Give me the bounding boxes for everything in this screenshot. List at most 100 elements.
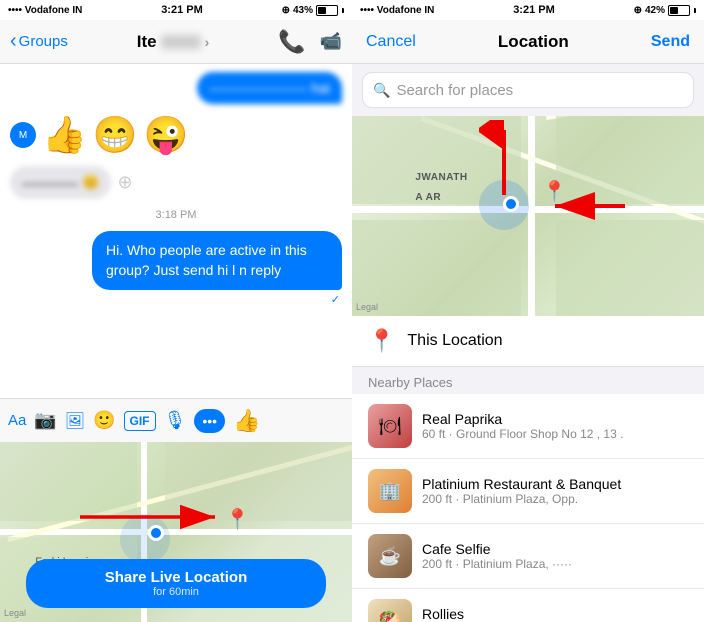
battery-percent-left: 43% bbox=[293, 5, 313, 16]
blue-location-dot bbox=[148, 525, 164, 541]
back-button[interactable]: ‹ Groups bbox=[10, 30, 68, 53]
emoji-icon[interactable]: 🙂 bbox=[93, 410, 115, 431]
status-bar-right: •••• Vodafone IN 3:21 PM ⊕ 42% bbox=[352, 0, 704, 20]
place-name-0: Real Paprika bbox=[422, 411, 688, 427]
place-name-2: Cafe Selfie bbox=[422, 541, 688, 557]
chat-title-text: Ite bbox=[137, 32, 157, 52]
photo-icon[interactable]: 🖼 bbox=[65, 411, 85, 431]
time-right: 3:21 PM bbox=[513, 4, 555, 16]
place-name-1: Platinium Restaurant & Banquet bbox=[422, 476, 688, 492]
aa-label[interactable]: Aa bbox=[8, 412, 26, 429]
map-pin-right: 📍 bbox=[542, 182, 567, 202]
battery-left bbox=[316, 5, 338, 16]
r-block-4 bbox=[556, 220, 704, 316]
place-detail-2: 200 ft · Platinium Plaza, ····· bbox=[422, 557, 688, 571]
place-thumbnail-0: 🍽 bbox=[368, 404, 412, 448]
share-btn-label: Share Live Location bbox=[26, 569, 326, 586]
place-info-2: Cafe Selfie 200 ft · Platinium Plaza, ··… bbox=[422, 541, 688, 571]
microphone-icon[interactable]: 🎙 bbox=[164, 410, 187, 431]
emoji-row: M 👍 😁 😜 bbox=[10, 110, 342, 160]
timestamp-1: 3:18 PM bbox=[10, 209, 342, 221]
location-icon-right: ⊕ bbox=[634, 5, 642, 16]
place-row-3[interactable]: 🥙 Rollies 100 ft · 10, Ground Floor, Pav… bbox=[352, 589, 704, 622]
bottom-map: Farki Lassi 📍 Legal Share Live Location … bbox=[0, 442, 352, 622]
video-icon[interactable]: 📹 bbox=[320, 31, 342, 52]
location-icon-left: ⊕ bbox=[282, 5, 290, 16]
r-road-vertical bbox=[528, 116, 535, 316]
carrier-right: •••• Vodafone IN bbox=[360, 5, 434, 16]
more-options-button[interactable]: ••• bbox=[194, 409, 225, 433]
nav-bar-left: ‹ Groups Ite › 📞 📹 bbox=[0, 20, 352, 64]
right-map-background: JWANATH A AR 📍 Legal bbox=[352, 116, 704, 316]
search-placeholder: Search for places bbox=[396, 82, 513, 99]
messages-area: ——————— hai M 👍 😁 😜 ———— 😊 ⊕ 3:18 PM Hi. bbox=[0, 64, 352, 398]
battery-fill-right bbox=[670, 7, 678, 14]
emoji-grin: 😁 bbox=[93, 114, 138, 156]
r-block-3 bbox=[556, 116, 704, 204]
cancel-button[interactable]: Cancel bbox=[366, 33, 416, 51]
place-thumbnail-1: 🏢 bbox=[368, 469, 412, 513]
legal-text-left: Legal bbox=[4, 608, 26, 618]
carrier-left: •••• Vodafone IN bbox=[8, 5, 82, 16]
battery-percent-right: 42% bbox=[645, 5, 665, 16]
location-title: Location bbox=[498, 32, 569, 52]
input-bar: Aa 📷 🖼 🙂 GIF 🎙 ••• 👍 bbox=[0, 398, 352, 442]
message-bubble-blurred-1: ——————— hai bbox=[197, 72, 342, 104]
share-btn-sublabel: for 60min bbox=[26, 586, 326, 598]
dots-icon: ••• bbox=[202, 413, 217, 429]
back-label: Groups bbox=[19, 33, 68, 50]
map-label-aar: A AR bbox=[415, 192, 441, 203]
right-map[interactable]: JWANATH A AR 📍 Legal bbox=[352, 116, 704, 316]
location-circle bbox=[120, 514, 170, 564]
right-panel: •••• Vodafone IN 3:21 PM ⊕ 42% Cancel Lo… bbox=[352, 0, 704, 622]
camera-icon[interactable]: 📷 bbox=[34, 410, 56, 431]
this-location-label: This Location bbox=[407, 332, 502, 350]
place-row-0[interactable]: 🍽 Real Paprika 60 ft · Ground Floor Shop… bbox=[352, 394, 704, 459]
chevron-right-icon: › bbox=[205, 34, 210, 50]
battery-tip-left bbox=[342, 8, 344, 13]
place-info-0: Real Paprika 60 ft · Ground Floor Shop N… bbox=[422, 411, 688, 441]
avatar-icon: M bbox=[19, 130, 27, 141]
legal-text-right: Legal bbox=[356, 302, 378, 312]
search-icon: 🔍 bbox=[373, 82, 390, 99]
search-container: 🔍 Search for places bbox=[352, 64, 704, 116]
this-location-pin-icon: 📍 bbox=[368, 328, 395, 354]
battery-fill-left bbox=[318, 7, 326, 14]
battery-right bbox=[668, 5, 690, 16]
location-list: 📍 This Location Nearby Places 🍽 Real Pap… bbox=[352, 316, 704, 622]
place-detail-1: 200 ft · Platinium Plaza, Opp. bbox=[422, 492, 688, 506]
send-button[interactable]: Send bbox=[651, 33, 690, 51]
place-name-3: Rollies bbox=[422, 606, 688, 622]
this-location-row[interactable]: 📍 This Location bbox=[352, 316, 704, 367]
place-row-2[interactable]: ☕ Cafe Selfie 200 ft · Platinium Plaza, … bbox=[352, 524, 704, 589]
message-text-blurred: ———— bbox=[22, 175, 78, 191]
place-info-1: Platinium Restaurant & Banquet 200 ft · … bbox=[422, 476, 688, 506]
battery-tip-right bbox=[694, 8, 696, 13]
left-panel: •••• Vodafone IN 3:21 PM ⊕ 43% ‹ Groups … bbox=[0, 0, 352, 622]
search-bar[interactable]: 🔍 Search for places bbox=[362, 72, 694, 108]
message-bubble-large: Hi. Who people are active in this group?… bbox=[92, 231, 342, 290]
phone-icon[interactable]: 📞 bbox=[278, 29, 305, 55]
map-pin-left: 📍 bbox=[225, 507, 250, 532]
thumbs-up-send-icon[interactable]: 👍 bbox=[233, 408, 260, 434]
chat-title-blurred bbox=[161, 35, 201, 49]
add-reaction-icon[interactable]: ⊕ bbox=[117, 172, 132, 193]
gif-button[interactable]: GIF bbox=[124, 411, 156, 431]
emoji-in-msg: 😊 bbox=[82, 174, 99, 191]
emoji-tongue: 😜 bbox=[144, 114, 189, 156]
time-left: 3:21 PM bbox=[161, 4, 203, 16]
emoji-thumbs-up: 👍 bbox=[42, 114, 87, 156]
share-live-location-button[interactable]: Share Live Location for 60min bbox=[26, 559, 326, 608]
message-row-left-blurred: ———— 😊 ⊕ bbox=[10, 166, 342, 199]
status-bar-left: •••• Vodafone IN 3:21 PM ⊕ 43% bbox=[0, 0, 352, 20]
place-thumbnail-3: 🥙 bbox=[368, 599, 412, 622]
place-info-3: Rollies 100 ft · 10, Ground Floor, Pavil… bbox=[422, 606, 688, 622]
map-block-3 bbox=[165, 442, 352, 521]
place-row-1[interactable]: 🏢 Platinium Restaurant & Banquet 200 ft … bbox=[352, 459, 704, 524]
avatar-small: M bbox=[10, 122, 36, 148]
nav-bar-right: Cancel Location Send bbox=[352, 20, 704, 64]
place-thumbnail-2: ☕ bbox=[368, 534, 412, 578]
nav-actions-left: 📞 📹 bbox=[278, 29, 342, 55]
map-label-jwanath: JWANATH bbox=[415, 172, 467, 183]
message-text-large: Hi. Who people are active in this group?… bbox=[106, 242, 307, 278]
